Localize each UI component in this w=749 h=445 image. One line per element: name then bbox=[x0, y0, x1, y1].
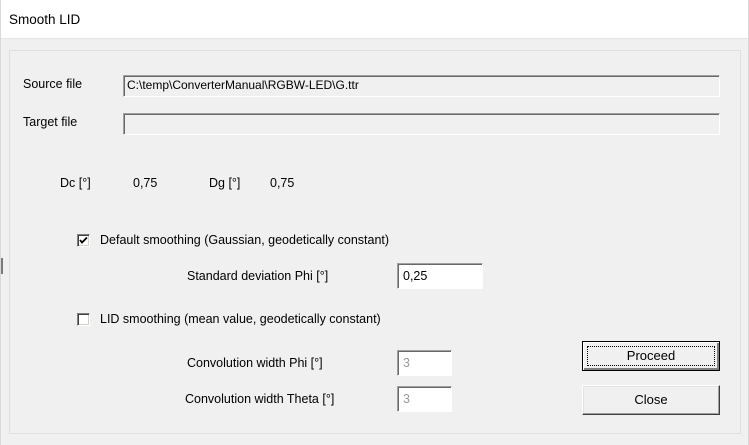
conv-width-phi-input[interactable] bbox=[397, 350, 452, 376]
proceed-button-label: Proceed bbox=[626, 348, 676, 363]
std-dev-phi-label: Standard deviation Phi [°] bbox=[187, 269, 329, 283]
checkmark-icon bbox=[79, 236, 88, 244]
conv-width-theta-input[interactable] bbox=[397, 386, 452, 412]
dc-label: Dc [°] bbox=[60, 176, 91, 190]
close-button[interactable]: Close bbox=[582, 385, 720, 415]
dg-label: Dg [°] bbox=[209, 176, 241, 190]
conv-width-theta-label: Convolution width Theta [°] bbox=[185, 392, 335, 406]
target-file-label: Target file bbox=[23, 115, 78, 129]
lid-smoothing-label[interactable]: LID smoothing (mean value, geodetically … bbox=[100, 312, 381, 326]
close-button-label: Close bbox=[634, 392, 668, 407]
proceed-button[interactable]: Proceed bbox=[582, 341, 720, 371]
default-smoothing-checkbox[interactable] bbox=[77, 234, 90, 247]
lid-smoothing-checkbox[interactable] bbox=[77, 313, 90, 326]
dc-value: 0,75 bbox=[133, 176, 158, 190]
source-file-label: Source file bbox=[23, 77, 83, 91]
window-title: Smooth LID bbox=[9, 12, 81, 27]
target-file-field[interactable] bbox=[123, 113, 720, 135]
title-bar[interactable]: Smooth LID bbox=[1, 0, 748, 39]
default-smoothing-label[interactable]: Default smoothing (Gaussian, geodeticall… bbox=[100, 233, 389, 247]
dg-value: 0,75 bbox=[270, 176, 295, 190]
conv-width-phi-label: Convolution width Phi [°] bbox=[187, 356, 323, 370]
window-edge-mark bbox=[1, 258, 3, 274]
smooth-lid-dialog: Smooth LID Source file C:\temp\Converter… bbox=[0, 0, 749, 445]
std-dev-phi-input[interactable] bbox=[397, 263, 483, 289]
source-file-field[interactable]: C:\temp\ConverterManual\RGBW-LED\G.ttr bbox=[123, 75, 720, 97]
